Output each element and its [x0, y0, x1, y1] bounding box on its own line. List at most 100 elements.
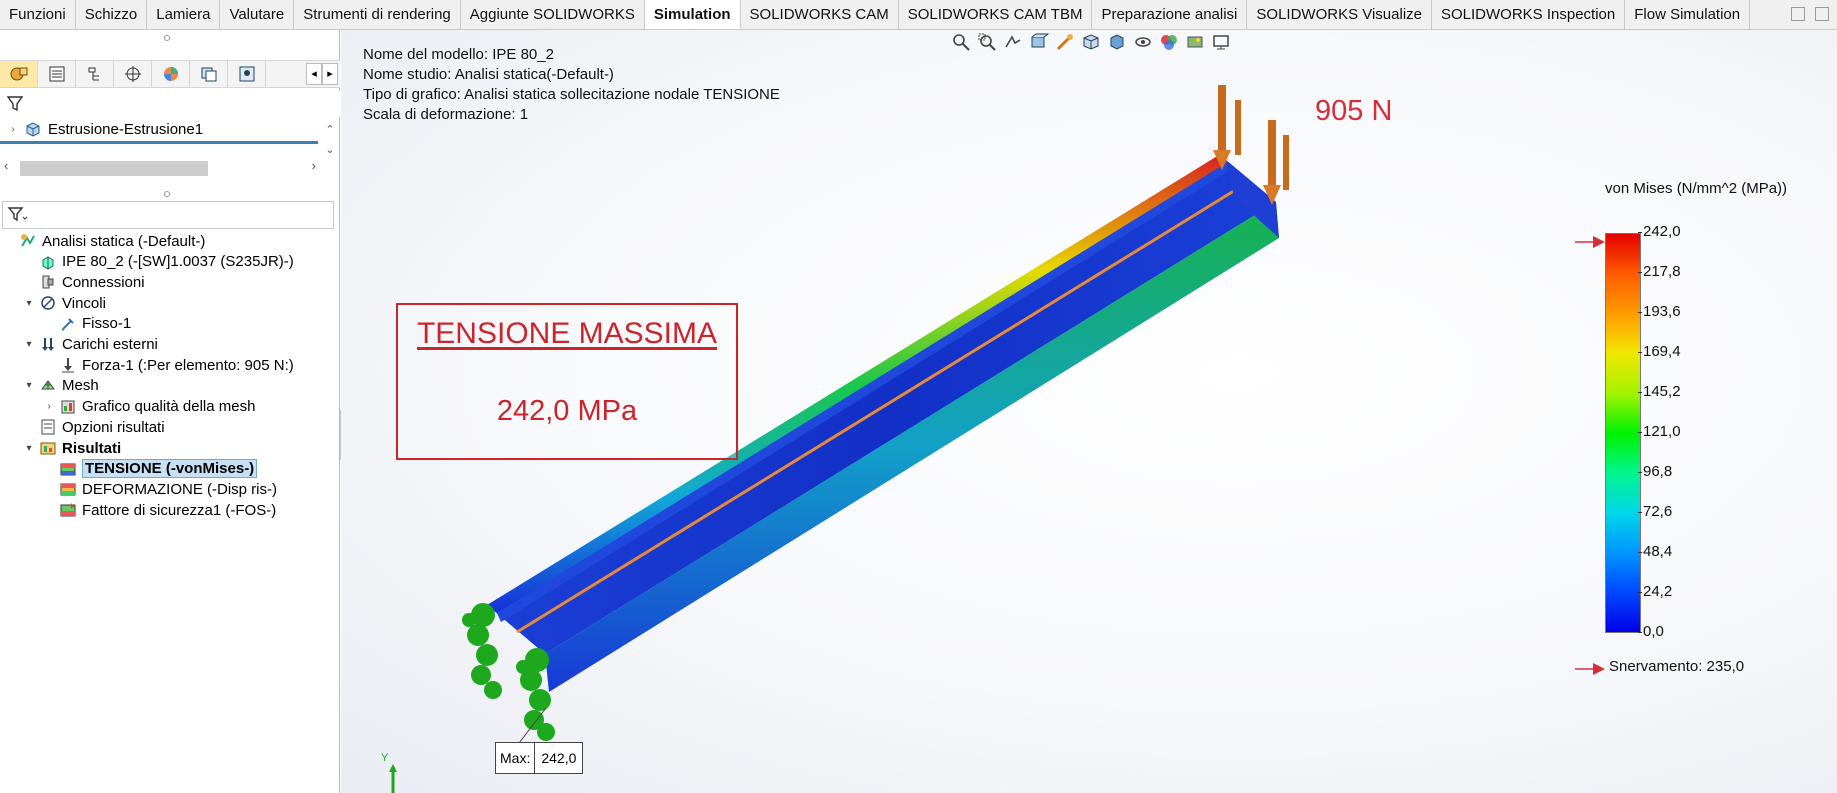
- tab-solidworks-visualize[interactable]: SOLIDWORKS Visualize: [1247, 0, 1432, 29]
- expand-toggle-icon[interactable]: ▾: [24, 298, 34, 309]
- tab-funzioni[interactable]: Funzioni: [0, 0, 76, 29]
- study-tree-item[interactable]: Forza-1 (:Per elemento: 905 N:): [44, 354, 294, 376]
- display-manager-tab[interactable]: [152, 61, 190, 87]
- coordinate-triad-icon: [389, 764, 397, 793]
- study-tree-item-label: Connessioni: [62, 273, 145, 291]
- part-icon: [26, 122, 40, 137]
- results-folder-icon: [40, 442, 56, 455]
- study-tree-item[interactable]: Opzioni risultati: [24, 416, 165, 438]
- expand-arrow-icon[interactable]: ›: [8, 124, 18, 135]
- tree-item-extrusion[interactable]: › Estrusione-Estrusione1: [8, 118, 203, 140]
- tab-solidworks-inspection[interactable]: SOLIDWORKS Inspection: [1432, 0, 1626, 29]
- scroll-up-arrow-icon[interactable]: ⌃: [323, 120, 337, 140]
- study-tree-item-label: Grafico qualità della mesh: [82, 398, 256, 416]
- cam-operation-tab[interactable]: [228, 61, 266, 87]
- tab-lamiera[interactable]: Lamiera: [147, 0, 221, 29]
- study-tree-item-label: IPE 80_2 (-[SW]1.0037 (S235JR)-): [62, 253, 294, 271]
- study-tree-item[interactable]: IPE 80_2 (-[SW]1.0037 (S235JR)-): [24, 251, 294, 273]
- property-manager-icon: [49, 66, 64, 82]
- expand-toggle-icon[interactable]: ›: [44, 401, 54, 412]
- tab-valutare[interactable]: Valutare: [220, 0, 295, 29]
- tab-strumenti-di-rendering[interactable]: Strumenti di rendering: [294, 0, 461, 29]
- load-annotation: 905 N: [1315, 95, 1393, 127]
- scrollbar-thumb[interactable]: [20, 161, 208, 176]
- feature-manager-tab[interactable]: [0, 61, 38, 87]
- triad-y-label: Y: [381, 752, 389, 764]
- displacement-plot-icon: [60, 483, 76, 496]
- configuration-manager-icon: [88, 67, 99, 81]
- study-tree-item[interactable]: ▾ Mesh: [24, 375, 99, 397]
- stress-plot-icon: [60, 463, 76, 476]
- pane-grip-top[interactable]: [164, 35, 170, 41]
- configuration-manager-tab[interactable]: [76, 61, 114, 87]
- expand-toggle-icon[interactable]: ▾: [24, 443, 34, 454]
- study-tree-item[interactable]: ▾ Carichi esterni: [24, 334, 157, 356]
- study-tree-item[interactable]: › Grafico qualità della mesh: [44, 396, 255, 418]
- tab-scroll-right-button[interactable]: ▸: [322, 63, 338, 85]
- legend-tick-label: 48,4: [1637, 543, 1673, 560]
- study-tree-item[interactable]: Connessioni: [24, 271, 145, 293]
- tab-solidworks-cam-tbm[interactable]: SOLIDWORKS CAM TBM: [899, 0, 1093, 29]
- tab-preparazione-analisi[interactable]: Preparazione analisi: [1092, 0, 1248, 29]
- study-tree-item-label: Opzioni risultati: [62, 418, 165, 436]
- yield-strength-label: Snervamento: 235,0: [1609, 658, 1745, 675]
- tab-flow-simulation[interactable]: Flow Simulation: [1625, 0, 1751, 29]
- cam-feature-icon: [201, 67, 216, 82]
- display-manager-icon: [163, 67, 178, 81]
- study-tree-item[interactable]: Analisi statica (-Default-): [4, 230, 205, 252]
- tab-aggiunte-solidworks[interactable]: Aggiunte SOLIDWORKS: [461, 0, 645, 29]
- legend-tick-label: 121,0: [1638, 423, 1681, 440]
- legend-color-bar[interactable]: [1605, 233, 1641, 633]
- collapse-panel-icon[interactable]: [1815, 7, 1829, 21]
- study-tree-item-label: TENSIONE (-vonMises-): [82, 459, 258, 479]
- max-value-probe[interactable]: Max: 242,0: [495, 742, 584, 774]
- scroll-left-arrow-icon[interactable]: ‹: [4, 158, 8, 173]
- tab-schizzo[interactable]: Schizzo: [76, 0, 148, 29]
- legend-tick-label: 242,0: [1638, 223, 1681, 240]
- study-tree-item-label: Mesh: [62, 377, 99, 395]
- expand-toggle-icon[interactable]: ▾: [24, 339, 34, 350]
- tab-solidworks-cam[interactable]: SOLIDWORKS CAM: [741, 0, 899, 29]
- tree-item-label: Estrusione-Estrusione1: [48, 120, 204, 138]
- legend-tick-label: 72,6: [1637, 503, 1673, 520]
- legend-tick-label: 169,4: [1638, 343, 1681, 360]
- result-options-icon: [41, 419, 55, 435]
- study-tree-item[interactable]: Fisso-1: [44, 313, 131, 335]
- property-manager-tab[interactable]: [38, 61, 76, 87]
- study-tree-item[interactable]: Fattore di sicurezza1 (-FOS-): [44, 499, 276, 521]
- scroll-down-arrow-icon[interactable]: ⌄: [323, 140, 337, 160]
- feature-manager-pane: ◂ ▸ › Estrusione-Estrusione1 ⌃ ⌄ ‹ › Ana…: [0, 30, 340, 793]
- dimxpert-tab[interactable]: [114, 61, 152, 87]
- study-tree-item[interactable]: ▾ Vincoli: [24, 292, 105, 314]
- mesh-quality-plot-icon: [61, 400, 75, 414]
- legend-tick-label: 24,2: [1637, 583, 1673, 600]
- fos-plot-icon: [60, 503, 76, 517]
- manager-tabs: ◂ ▸: [0, 60, 340, 88]
- max-probe-value: 242,0: [541, 750, 577, 766]
- tree-horizontal-scrollbar[interactable]: ‹ ›: [0, 158, 320, 178]
- legend-tick-label: 145,2: [1638, 383, 1681, 400]
- fixtures-icon: [41, 296, 55, 310]
- scroll-right-arrow-icon[interactable]: ›: [312, 158, 316, 173]
- study-tree-item[interactable]: TENSIONE (-vonMises-): [44, 458, 258, 480]
- command-manager-tabs: Funzioni Schizzo Lamiera Valutare Strumenti …: [0, 0, 1837, 30]
- yield-label-arrow-icon: [1575, 663, 1605, 675]
- connections-icon: [42, 275, 54, 289]
- dimxpert-icon: [124, 66, 141, 82]
- tree-filter-top[interactable]: [0, 91, 340, 117]
- restore-panel-icon[interactable]: [1791, 7, 1805, 21]
- cam-feature-tab[interactable]: [190, 61, 228, 87]
- callout-value: 242,0 MPa: [496, 395, 638, 427]
- filter-icon: [6, 96, 24, 112]
- study-tree-item[interactable]: ▾ Risultati: [24, 437, 121, 459]
- tree-vertical-scrollbar[interactable]: ⌃ ⌄: [323, 120, 337, 180]
- tab-simulation[interactable]: Simulation: [644, 0, 741, 29]
- mesh-icon: [41, 380, 55, 390]
- yield-marker-arrow-icon: [1575, 236, 1605, 248]
- pane-grip-middle[interactable]: [164, 191, 170, 197]
- study-tree-filter[interactable]: [2, 201, 334, 229]
- tab-scroll-left-button[interactable]: ◂: [306, 63, 322, 85]
- graphics-area[interactable]: Nome del modello: IPE 80_2 Nome studio: …: [341, 30, 1837, 793]
- expand-toggle-icon[interactable]: ▾: [24, 380, 34, 391]
- study-tree-item[interactable]: DEFORMAZIONE (-Disp ris-): [44, 478, 277, 500]
